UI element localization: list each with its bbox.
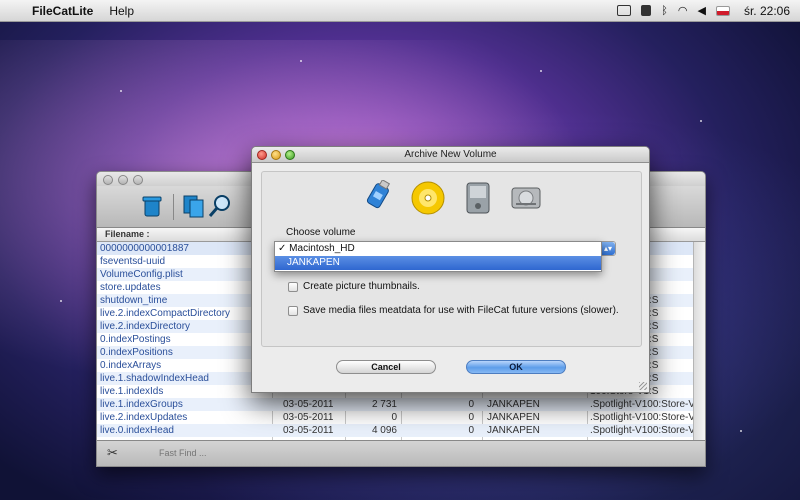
copy-icon[interactable] bbox=[181, 193, 207, 219]
battery-icon[interactable] bbox=[617, 5, 632, 16]
dialog-zoom-button[interactable] bbox=[285, 150, 295, 160]
dialog-panel: Choose volume ▴▾ ✓ Macintosh_HD JANKAPEN… bbox=[261, 171, 642, 347]
table-row[interactable]: live.0.indexHead 03-05-2011 4 096 0 JANK… bbox=[97, 424, 705, 437]
volume-icon[interactable]: ◀ bbox=[698, 4, 706, 17]
scissors-icon[interactable]: ✂ bbox=[107, 445, 118, 461]
resize-grip[interactable] bbox=[639, 382, 647, 390]
media-metadata-label: Save media files meatdata for use with F… bbox=[303, 305, 619, 316]
thumbnails-label: Create picture thumbnails. bbox=[303, 281, 420, 292]
thumbnails-checkbox[interactable] bbox=[288, 281, 298, 292]
cd-disc-icon[interactable] bbox=[410, 180, 446, 216]
close-button[interactable] bbox=[103, 175, 113, 185]
volume-option-macintosh-hd[interactable]: ✓ Macintosh_HD bbox=[275, 242, 601, 256]
status-area: ᛒ ◠ ◀ śr. 22:06 bbox=[617, 4, 800, 18]
usb-drive-icon[interactable] bbox=[362, 180, 398, 216]
media-metadata-option[interactable]: Save media files meatdata for use with F… bbox=[288, 305, 619, 316]
cancel-button[interactable]: Cancel bbox=[336, 360, 436, 374]
minimize-button[interactable] bbox=[118, 175, 128, 185]
table-row[interactable]: live.2.indexUpdates 03-05-2011 0 0 JANKA… bbox=[97, 411, 705, 424]
table-row[interactable]: live.1.indexGroups 03-05-2011 2 731 0 JA… bbox=[97, 398, 705, 411]
media-metadata-checkbox[interactable] bbox=[288, 305, 298, 316]
dialog-titlebar: Archive New Volume bbox=[252, 147, 649, 163]
external-drive-icon[interactable] bbox=[460, 180, 496, 216]
bluetooth-icon[interactable]: ᛒ bbox=[661, 5, 668, 17]
thumbnails-option[interactable]: Create picture thumbnails. bbox=[288, 281, 420, 292]
menubar: FileCatLite Help ᛒ ◠ ◀ śr. 22:06 bbox=[0, 0, 800, 22]
choose-volume-label: Choose volume bbox=[286, 227, 356, 238]
dialog-title: Archive New Volume bbox=[404, 149, 497, 160]
flag-pl-icon[interactable] bbox=[715, 5, 730, 16]
wifi-icon[interactable]: ◠ bbox=[678, 4, 688, 17]
bottom-bar: ✂ bbox=[97, 440, 705, 466]
vertical-scrollbar[interactable] bbox=[693, 242, 705, 440]
select-arrows-icon[interactable]: ▴▾ bbox=[601, 242, 615, 255]
dialog-close-button[interactable] bbox=[257, 150, 267, 160]
clock[interactable]: śr. 22:06 bbox=[744, 4, 790, 18]
volume-dropdown: ✓ Macintosh_HD JANKAPEN bbox=[274, 241, 602, 272]
menu-help[interactable]: Help bbox=[109, 4, 134, 18]
hard-disk-icon[interactable] bbox=[508, 180, 544, 216]
dialog-minimize-button[interactable] bbox=[271, 150, 281, 160]
trash-icon[interactable] bbox=[139, 193, 165, 219]
menu-app-name[interactable]: FileCatLite bbox=[32, 4, 93, 18]
volume-option-jankapen[interactable]: JANKAPEN bbox=[275, 256, 601, 270]
fast-find-input[interactable] bbox=[159, 445, 309, 460]
archive-dialog: Archive New Volume Choose volume ▴▾ ✓ Ma… bbox=[251, 146, 650, 393]
ok-button[interactable]: OK bbox=[466, 360, 566, 374]
sync-icon[interactable] bbox=[641, 5, 652, 16]
search-icon[interactable] bbox=[207, 193, 233, 219]
zoom-button[interactable] bbox=[133, 175, 143, 185]
